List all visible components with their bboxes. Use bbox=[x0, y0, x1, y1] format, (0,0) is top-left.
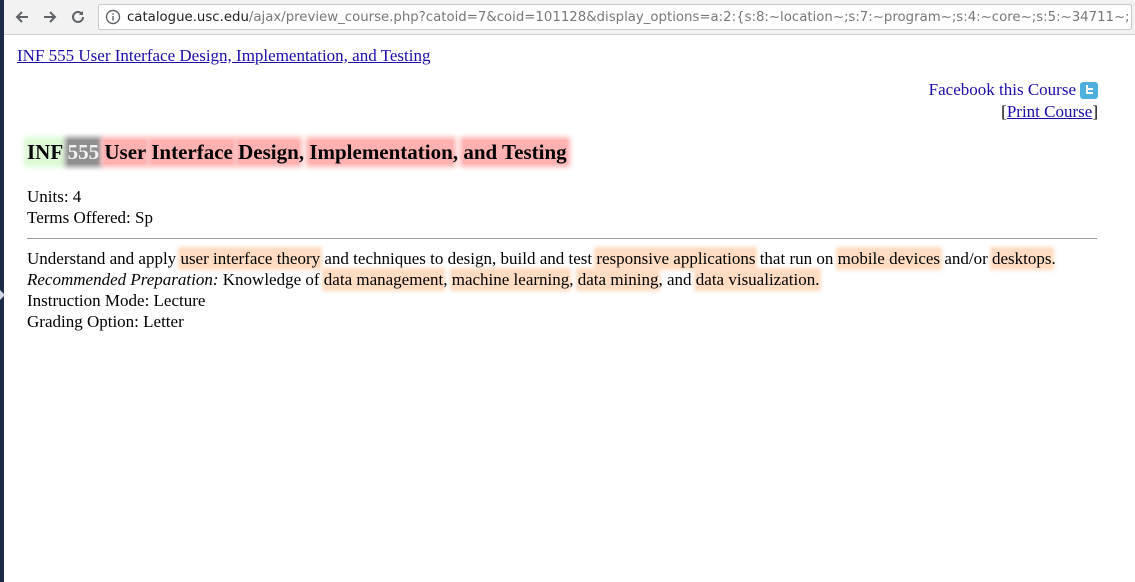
print-course-link[interactable]: Print Course bbox=[1007, 102, 1092, 121]
text: Understand and apply bbox=[27, 249, 181, 268]
reload-icon bbox=[72, 10, 84, 23]
url-path: /ajax/preview_course.php?catoid=7&coid=1… bbox=[248, 9, 1132, 25]
instruction-mode: Instruction Mode: Lecture bbox=[27, 291, 206, 310]
facebook-share-label: Facebook this Course bbox=[928, 80, 1076, 99]
recommended-preparation-label: Recommended Preparation: bbox=[27, 270, 219, 289]
reload-button[interactable] bbox=[66, 5, 90, 29]
text: , bbox=[443, 270, 452, 289]
grading-option: Grading Option: Letter bbox=[27, 312, 184, 331]
url-host: catalogue.usc.edu bbox=[127, 9, 249, 25]
keyword-highlight: data management bbox=[323, 270, 444, 289]
address-bar[interactable]: catalogue.usc.edu/ajax/preview_course.ph… bbox=[98, 4, 1132, 30]
terms-offered: Terms Offered: Sp bbox=[27, 208, 153, 227]
twitter-icon[interactable] bbox=[1080, 81, 1098, 99]
title-number: 555 bbox=[67, 140, 100, 164]
keyword-highlight: data mining bbox=[577, 270, 659, 289]
facebook-share-link[interactable]: Facebook this Course bbox=[929, 80, 1098, 100]
keyword-highlight: data visualization. bbox=[695, 270, 820, 289]
recommended-preparation: Recommended Preparation: Knowledge of da… bbox=[27, 269, 1112, 290]
forward-button[interactable] bbox=[38, 5, 62, 29]
course-details: Units: 4 Terms Offered: Sp bbox=[27, 186, 153, 228]
title-word-and-testing: and Testing bbox=[463, 140, 567, 164]
text: and techniques to design, build and test bbox=[320, 249, 597, 268]
text: , and bbox=[658, 270, 696, 289]
text: Knowledge of bbox=[218, 270, 324, 289]
text: that run on bbox=[755, 249, 838, 268]
units: Units: 4 bbox=[27, 187, 82, 206]
divider bbox=[27, 238, 1097, 239]
text: and/or bbox=[940, 249, 992, 268]
keyword-highlight: machine learning bbox=[451, 270, 570, 289]
title-word-design: Design bbox=[238, 140, 299, 164]
browser-toolbar: catalogue.usc.edu/ajax/preview_course.ph… bbox=[4, 0, 1135, 35]
course-description: Understand and apply user interface theo… bbox=[27, 248, 1112, 332]
keyword-highlight: desktops bbox=[992, 249, 1052, 268]
text: , bbox=[569, 270, 578, 289]
print-course-row: [Print Course] bbox=[1001, 102, 1098, 122]
info-icon[interactable] bbox=[105, 9, 121, 25]
title-comma: , bbox=[452, 140, 459, 164]
bracket-close: ] bbox=[1092, 102, 1098, 121]
course-title: INF 555 User Interface Design, Implement… bbox=[27, 140, 567, 165]
back-button[interactable] bbox=[10, 5, 34, 29]
text: . bbox=[1051, 249, 1056, 268]
description-paragraph: Understand and apply user interface theo… bbox=[27, 248, 1112, 269]
arrow-left-icon bbox=[15, 11, 28, 23]
course-header-link[interactable]: INF 555 User Interface Design, Implement… bbox=[17, 46, 430, 66]
keyword-highlight: responsive applications bbox=[596, 249, 756, 268]
title-comma: , bbox=[298, 140, 305, 164]
arrow-right-icon bbox=[44, 11, 57, 23]
title-word-user: User bbox=[104, 140, 146, 164]
title-dept: INF bbox=[27, 140, 63, 164]
page-content: INF 555 User Interface Design, Implement… bbox=[4, 36, 1135, 582]
title-word-implementation: Implementation bbox=[309, 140, 453, 164]
title-word-interface: Interface bbox=[151, 140, 233, 164]
keyword-highlight: user interface theory bbox=[180, 249, 321, 268]
keyword-highlight: mobile devices bbox=[837, 249, 941, 268]
